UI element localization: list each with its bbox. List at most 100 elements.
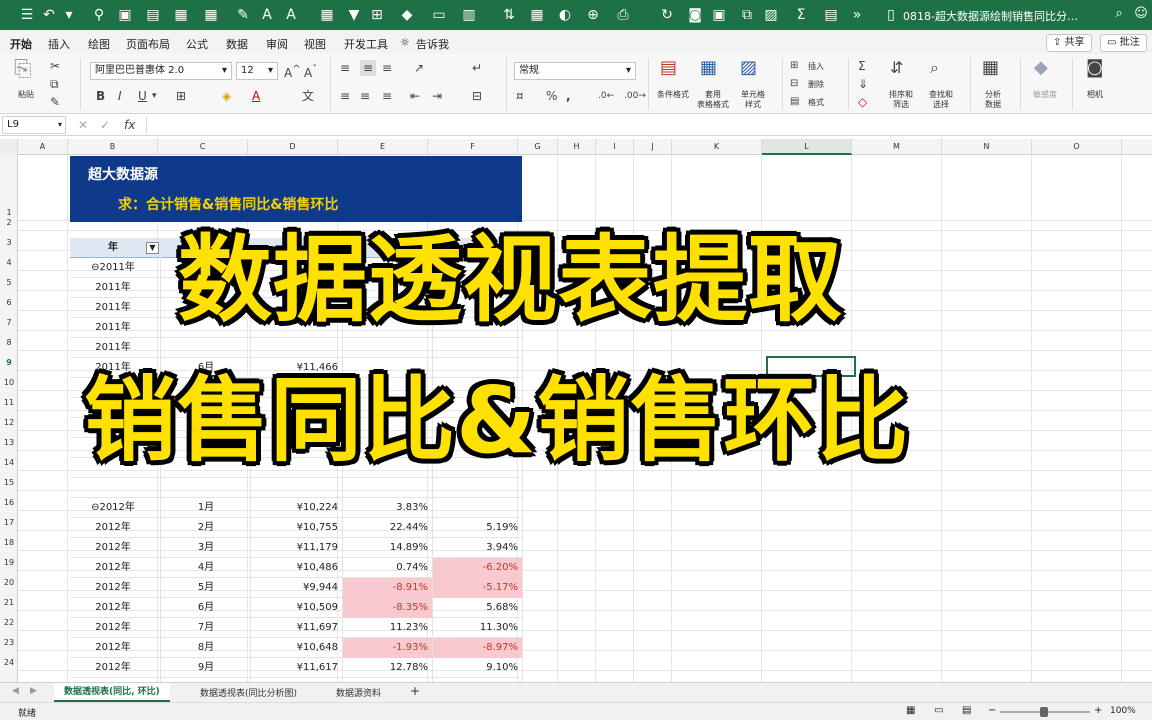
tab-page-layout[interactable]: 页面布局 — [126, 36, 170, 52]
insert-cells-label[interactable]: 插入 — [808, 62, 824, 72]
italic-button[interactable]: I — [118, 88, 122, 104]
pivot-month-cell[interactable]: 5月 — [160, 578, 252, 598]
confirm-icon[interactable]: ✓ — [100, 117, 110, 133]
pivot-yoy-cell[interactable]: -8.35% — [342, 598, 428, 618]
border-icon[interactable]: ▦ — [528, 6, 546, 24]
row-header[interactable]: 5 — [0, 278, 18, 290]
cancel-icon[interactable]: ✕ — [78, 117, 88, 133]
sort-filter-label[interactable]: 排序和 筛选 — [880, 90, 922, 110]
format-cells-label[interactable]: 格式 — [808, 98, 824, 108]
pivot-sales-cell[interactable]: ¥10,755 — [252, 518, 338, 538]
tab-formulas[interactable]: 公式 — [186, 36, 208, 52]
row-header[interactable]: 4 — [0, 258, 18, 270]
row-header[interactable]: 6 — [0, 298, 18, 310]
zoom-slider-handle[interactable] — [1040, 707, 1048, 717]
pivot-sales-cell[interactable]: ¥11,617 — [252, 658, 338, 678]
row-header[interactable]: 11 — [0, 398, 18, 410]
pivot-year-cell[interactable]: 2011年 — [72, 298, 154, 318]
tab-developer[interactable]: 开发工具 — [344, 36, 388, 52]
shape-icon[interactable]: ▣ — [710, 6, 728, 24]
decrease-decimal-icon[interactable]: .00→ — [624, 88, 646, 104]
pivot-month-cell[interactable]: 8月 — [160, 638, 252, 658]
pivot-yoy-cell[interactable] — [342, 478, 428, 498]
align-left-icon[interactable]: ≡ — [340, 88, 350, 104]
row-header[interactable]: 23 — [0, 638, 18, 650]
pivot-month-cell[interactable]: 1月 — [160, 498, 252, 518]
column-header[interactable]: C — [158, 139, 248, 155]
pivot-mom-cell[interactable]: 5.19% — [432, 518, 518, 538]
cell-styles-label[interactable]: 单元格 样式 — [730, 90, 776, 110]
normal-view-icon[interactable]: ▦ — [906, 705, 915, 716]
align-center-icon[interactable]: ≡ — [360, 88, 370, 104]
borders-icon[interactable]: ⊞ — [176, 88, 186, 104]
font-size-up-icon[interactable]: A — [258, 6, 276, 24]
page-layout-view-icon[interactable]: ▭ — [934, 705, 943, 716]
grow-font-icon[interactable]: A^ — [284, 62, 301, 81]
pivot-month-cell[interactable]: 3月 — [160, 538, 252, 558]
format-as-table-icon[interactable]: ▦ — [700, 59, 717, 77]
row-header[interactable]: 9 — [0, 358, 18, 370]
share-button[interactable]: ⇪ 共享 — [1046, 34, 1092, 52]
layout-icon[interactable]: ▤ — [822, 6, 840, 24]
pivot-yoy-cell[interactable]: 3.83% — [342, 498, 428, 518]
page-break-view-icon[interactable]: ▤ — [962, 705, 971, 716]
pivot-yoy-cell[interactable] — [342, 338, 428, 358]
pivot-sales-cell[interactable]: ¥10,648 — [252, 638, 338, 658]
zoom-out-button[interactable]: − — [988, 705, 996, 716]
qa-more-icon[interactable]: ▾ — [60, 6, 78, 24]
number-format-select[interactable]: 常规 ▾ — [514, 62, 636, 80]
column-header[interactable]: E — [338, 139, 428, 155]
cut-icon[interactable]: ✂ — [50, 58, 60, 74]
comments-button[interactable]: ▭ 批注 — [1100, 34, 1147, 52]
row-header[interactable]: 10 — [0, 378, 18, 390]
qa-overflow-icon[interactable]: » — [848, 6, 866, 24]
column-header[interactable]: B — [68, 139, 158, 155]
grid-icon[interactable]: ▦ — [318, 6, 336, 24]
column-header[interactable]: I — [596, 139, 634, 155]
pivot-sales-cell[interactable]: ¥11,179 — [252, 538, 338, 558]
conditional-format-icon[interactable]: ▤ — [660, 59, 677, 77]
row-header[interactable]: 20 — [0, 578, 18, 590]
chart-icon[interactable]: ▤ — [144, 6, 162, 24]
row-header[interactable]: 22 — [0, 618, 18, 630]
row-header[interactable]: 2 — [0, 218, 18, 230]
pivot-month-cell[interactable]: 6月 — [160, 598, 252, 618]
pivot-yoy-cell[interactable]: 0.74% — [342, 558, 428, 578]
currency-icon[interactable]: ¤ — [516, 88, 524, 104]
pivot-mom-cell[interactable]: 11.30% — [432, 618, 518, 638]
row-header[interactable]: 19 — [0, 558, 18, 570]
row-header[interactable]: 21 — [0, 598, 18, 610]
pivot-sales-cell[interactable]: ¥11,697 — [252, 618, 338, 638]
pivot-yoy-cell[interactable]: 22.44% — [342, 518, 428, 538]
pivot-month-cell[interactable] — [160, 338, 252, 358]
row-header[interactable]: 14 — [0, 458, 18, 470]
pivot-year-cell[interactable]: 2012年 — [72, 558, 154, 578]
sum-icon[interactable]: Σ — [792, 6, 810, 24]
pivot-sales-cell[interactable]: ¥10,224 — [252, 498, 338, 518]
pivot-yoy-cell[interactable]: 11.23% — [342, 618, 428, 638]
sensitivity-icon[interactable]: ◆ — [1034, 59, 1048, 77]
pivot-year-cell[interactable]: 2012年 — [72, 538, 154, 558]
merge-center-icon[interactable]: ⊟ — [472, 88, 482, 104]
pivot-sales-cell[interactable]: ¥9,944 — [252, 578, 338, 598]
wrap-text-icon[interactable]: ↵ — [472, 60, 482, 76]
pivot-sales-cell[interactable] — [252, 478, 338, 498]
camera-label[interactable]: 相机 — [1078, 90, 1112, 100]
column-header[interactable]: L — [762, 139, 852, 155]
increase-decimal-icon[interactable]: .0← — [598, 88, 614, 104]
filter-dropdown-icon[interactable]: ▼ — [146, 242, 159, 254]
column-header[interactable]: J — [634, 139, 672, 155]
select-all-corner[interactable] — [0, 139, 18, 155]
sheet-tab-pivot-chart[interactable]: 数据透视表(同比分析图) — [200, 686, 297, 699]
sort-icon[interactable]: ⇅ — [500, 6, 518, 24]
camera-icon[interactable]: ◙ — [686, 6, 704, 24]
fill-color-icon[interactable]: ◈ — [222, 88, 231, 104]
pivot-year-cell[interactable]: 2012年 — [72, 618, 154, 638]
pivot-mom-cell[interactable] — [432, 498, 518, 518]
sort-filter-icon[interactable]: ⇵ — [890, 60, 903, 76]
copy-icon[interactable]: ⧉ — [738, 6, 756, 24]
column-header[interactable]: D — [248, 139, 338, 155]
print-icon[interactable]: ⎙ — [614, 6, 632, 24]
tab-draw[interactable]: 绘图 — [88, 36, 110, 52]
add-sheet-button[interactable]: + — [410, 684, 420, 698]
